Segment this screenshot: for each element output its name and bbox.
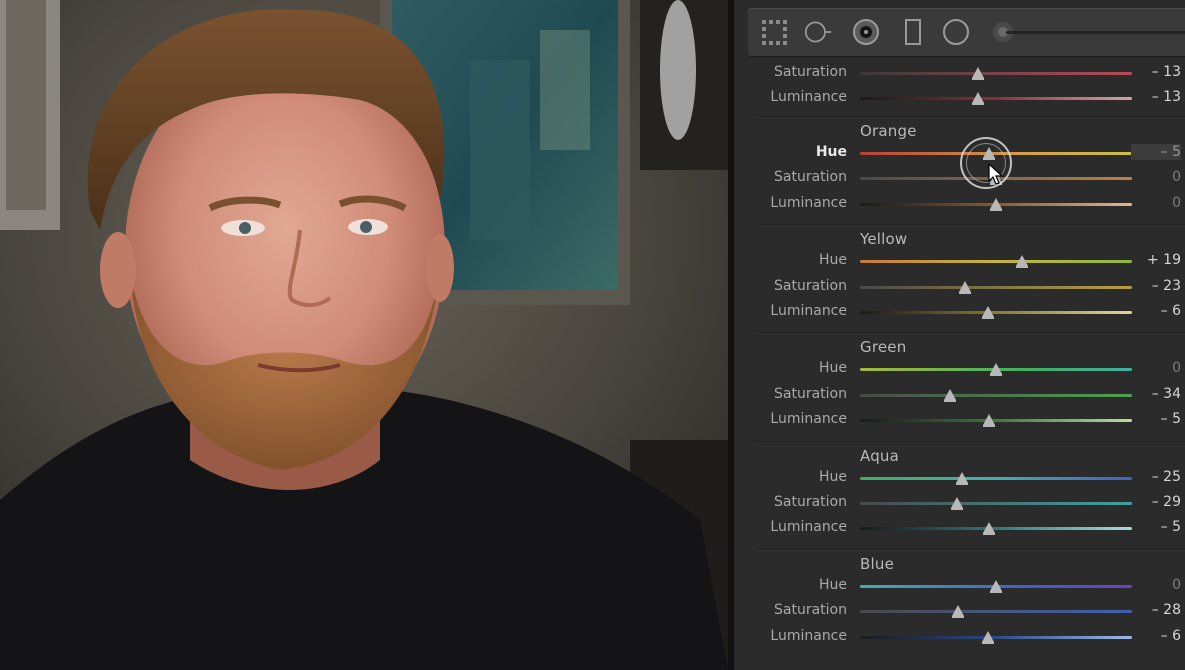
slider-thumb[interactable]	[981, 306, 994, 319]
slider-label: Saturation	[774, 64, 847, 80]
slider-label: Luminance	[770, 519, 847, 536]
slider-track[interactable]	[860, 502, 1132, 505]
slider-label: Hue	[818, 252, 847, 269]
section-title-blue: Blue	[860, 554, 894, 573]
section-divider	[754, 116, 1185, 117]
slider-label: Hue	[818, 468, 847, 485]
slider-thumb[interactable]	[990, 363, 1002, 377]
portrait-photo	[0, 0, 728, 670]
red-eye-icon[interactable]	[852, 18, 880, 46]
slider-value-field[interactable]: 0	[1131, 360, 1181, 376]
spot-removal-icon[interactable]	[804, 18, 832, 46]
slider-thumb[interactable]	[943, 388, 956, 402]
slider-thumb[interactable]	[983, 522, 996, 536]
section-title-green: Green	[860, 338, 907, 357]
slider-value-field[interactable]: – 25	[1131, 469, 1181, 485]
slider-row-hue[interactable]: Hue + 19	[734, 250, 1185, 274]
slider-row-hue[interactable]: Hue 0	[734, 358, 1185, 382]
slider-value-field[interactable]: – 13	[1131, 89, 1181, 105]
slider-track[interactable]	[860, 72, 1132, 75]
slider-value-field[interactable]: – 23	[1131, 278, 1181, 294]
hsl-panel: Saturation – 13 Luminance – 13 Orange Hue – 5 S…	[728, 0, 1185, 670]
slider-thumb[interactable]	[956, 471, 968, 485]
section-title-yellow: Yellow	[860, 230, 908, 249]
section-title-aqua: Aqua	[860, 446, 900, 465]
slider-value-field[interactable]: 0	[1131, 577, 1181, 593]
slider-row-saturation[interactable]: Saturation – 29	[734, 492, 1185, 516]
slider-row-hue[interactable]: Hue 0	[734, 575, 1185, 599]
slider-label: Hue	[815, 144, 847, 160]
slider-track[interactable]	[860, 311, 1132, 314]
slider-row-saturation[interactable]: Saturation – 13	[734, 62, 1185, 86]
slider-value-field[interactable]: 0	[1131, 169, 1181, 185]
slider-track[interactable]	[860, 610, 1132, 614]
mouse-pointer-icon	[988, 162, 1004, 185]
slider-thumb[interactable]	[983, 414, 996, 428]
slider-row-luminance[interactable]: Luminance – 6	[734, 626, 1185, 650]
slider-label: Saturation	[774, 169, 847, 186]
slider-row-luminance[interactable]: Luminance – 5	[734, 517, 1185, 541]
slider-row-luminance[interactable]: Luminance – 13	[734, 87, 1185, 111]
slider-value-field[interactable]: – 5	[1131, 519, 1181, 535]
slider-value-field[interactable]: – 6	[1131, 303, 1181, 319]
slider-thumb[interactable]	[981, 630, 994, 644]
slider-row-luminance[interactable]: Luminance – 5	[734, 409, 1185, 433]
slider-label: Luminance	[770, 303, 847, 319]
slider-value-field[interactable]: – 28	[1131, 602, 1181, 618]
cursor-ring-icon	[960, 137, 1012, 189]
slider-label: Hue	[818, 576, 847, 593]
section-divider	[754, 332, 1185, 334]
slider-track[interactable]	[860, 97, 1132, 100]
slider-label: Saturation	[774, 602, 847, 619]
section-divider	[754, 548, 1185, 550]
section-divider	[754, 224, 1185, 226]
slider-value-field[interactable]: – 5	[1131, 411, 1181, 427]
slider-value-field[interactable]: – 29	[1131, 494, 1181, 510]
slider-row-saturation[interactable]: Saturation – 23	[734, 276, 1185, 300]
graduated-filter-icon[interactable]	[899, 18, 927, 46]
slider-value-field[interactable]: – 5	[1131, 144, 1181, 160]
slider-track[interactable]	[860, 635, 1132, 639]
crop-overlay-grid-icon[interactable]	[760, 18, 788, 46]
slider-row-luminance[interactable]: Luminance 0	[734, 193, 1185, 217]
slider-thumb[interactable]	[1015, 255, 1028, 269]
slider-track[interactable]	[860, 260, 1132, 264]
slider-track[interactable]	[860, 393, 1132, 397]
slider-thumb[interactable]	[951, 605, 964, 619]
slider-label: Luminance	[770, 194, 847, 211]
slider-track[interactable]	[860, 285, 1132, 289]
slider-thumb[interactable]	[990, 579, 1002, 593]
section-title-orange: Orange	[860, 122, 917, 140]
slider-row-hue[interactable]: Hue – 25	[734, 467, 1185, 491]
slider-row-saturation[interactable]: Saturation – 34	[734, 384, 1185, 408]
slider-value-field[interactable]: – 34	[1131, 386, 1181, 402]
slider-row-saturation[interactable]: Saturation 0	[734, 167, 1185, 191]
slider-track[interactable]	[860, 476, 1132, 480]
slider-thumb[interactable]	[950, 497, 963, 510]
section-divider	[754, 440, 1185, 442]
slider-label: Luminance	[770, 411, 847, 428]
slider-label: Saturation	[774, 494, 847, 510]
slider-value-field[interactable]: + 19	[1131, 252, 1181, 268]
slider-label: Luminance	[770, 89, 847, 105]
slider-label: Luminance	[770, 627, 847, 644]
tool-strip	[748, 8, 1185, 56]
slider-thumb[interactable]	[990, 197, 1002, 211]
slider-row-saturation[interactable]: Saturation – 28	[734, 600, 1185, 624]
slider-value-field[interactable]: – 13	[1131, 64, 1181, 80]
slider-row-luminance[interactable]: Luminance – 6	[734, 301, 1185, 325]
brush-size-slider[interactable]	[1006, 31, 1185, 34]
slider-label: Saturation	[774, 277, 847, 294]
slider-thumb[interactable]	[958, 280, 971, 294]
slider-label: Saturation	[774, 385, 847, 402]
slider-track[interactable]	[860, 527, 1132, 531]
slider-label: Hue	[818, 360, 847, 377]
slider-track[interactable]	[860, 419, 1132, 423]
slider-value-field[interactable]: – 6	[1131, 628, 1181, 644]
radial-filter-icon[interactable]	[942, 18, 970, 46]
slider-thumb[interactable]	[972, 92, 985, 105]
slider-thumb[interactable]	[972, 67, 985, 80]
slider-value-field[interactable]: 0	[1131, 195, 1181, 211]
